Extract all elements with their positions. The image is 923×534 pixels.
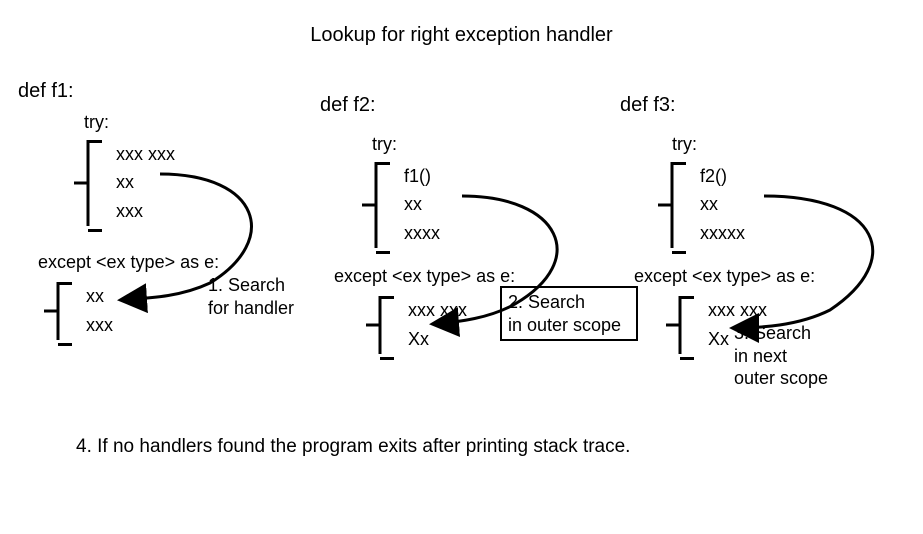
f3-try-kw: try: xyxy=(672,134,697,155)
f3-def: def f3: xyxy=(620,94,676,117)
f1-try-block: xxx xxx xx xxx xyxy=(74,140,175,226)
f2-try-line: xx xyxy=(404,193,440,216)
brace-icon xyxy=(44,282,72,340)
f3-except-body-line: xxx xxx xyxy=(708,299,767,322)
f2-except-body-line: xxx xxx xyxy=(408,299,467,322)
brace-icon xyxy=(366,296,394,354)
f1-try-kw: try: xyxy=(84,112,109,133)
brace-icon xyxy=(362,162,390,248)
annotation-step2: 2. Search in outer scope xyxy=(500,286,638,341)
f3-try-line: xxxxx xyxy=(700,222,745,245)
brace-icon xyxy=(74,140,102,226)
f3-try-block: f2() xx xxxxx xyxy=(658,162,745,248)
f2-try-line: xxxx xyxy=(404,222,440,245)
f2-try-block: f1() xx xxxx xyxy=(362,162,440,248)
footnote: 4. If no handlers found the program exit… xyxy=(76,436,630,458)
f1-try-line: xx xyxy=(116,171,175,194)
brace-icon xyxy=(658,162,686,248)
f2-def: def f2: xyxy=(320,94,376,117)
f1-def: def f1: xyxy=(18,80,74,103)
annotation-step3: 3. Search in next outer scope xyxy=(734,322,864,390)
f2-try-line: f1() xyxy=(404,165,440,188)
f2-except-body-line: Xx xyxy=(408,328,467,351)
diagram-title: Lookup for right exception handler xyxy=(0,24,923,47)
brace-icon xyxy=(666,296,694,354)
f3-try-line: xx xyxy=(700,193,745,216)
f1-except-line: except <ex type> as e: xyxy=(38,252,219,273)
f1-try-line: xxx xyxy=(116,200,175,223)
f3-try-line: f2() xyxy=(700,165,745,188)
f2-except-block: xxx xxx Xx xyxy=(366,296,467,354)
f1-except-block: xx xxx xyxy=(44,282,113,340)
f2-except-line: except <ex type> as e: xyxy=(334,266,515,287)
f1-except-body-line: xxx xyxy=(86,314,113,337)
f1-try-line: xxx xxx xyxy=(116,143,175,166)
annotation-step1: 1. Search for handler xyxy=(208,274,338,319)
f1-except-body-line: xx xyxy=(86,285,113,308)
f2-try-kw: try: xyxy=(372,134,397,155)
f3-except-line: except <ex type> as e: xyxy=(634,266,815,287)
